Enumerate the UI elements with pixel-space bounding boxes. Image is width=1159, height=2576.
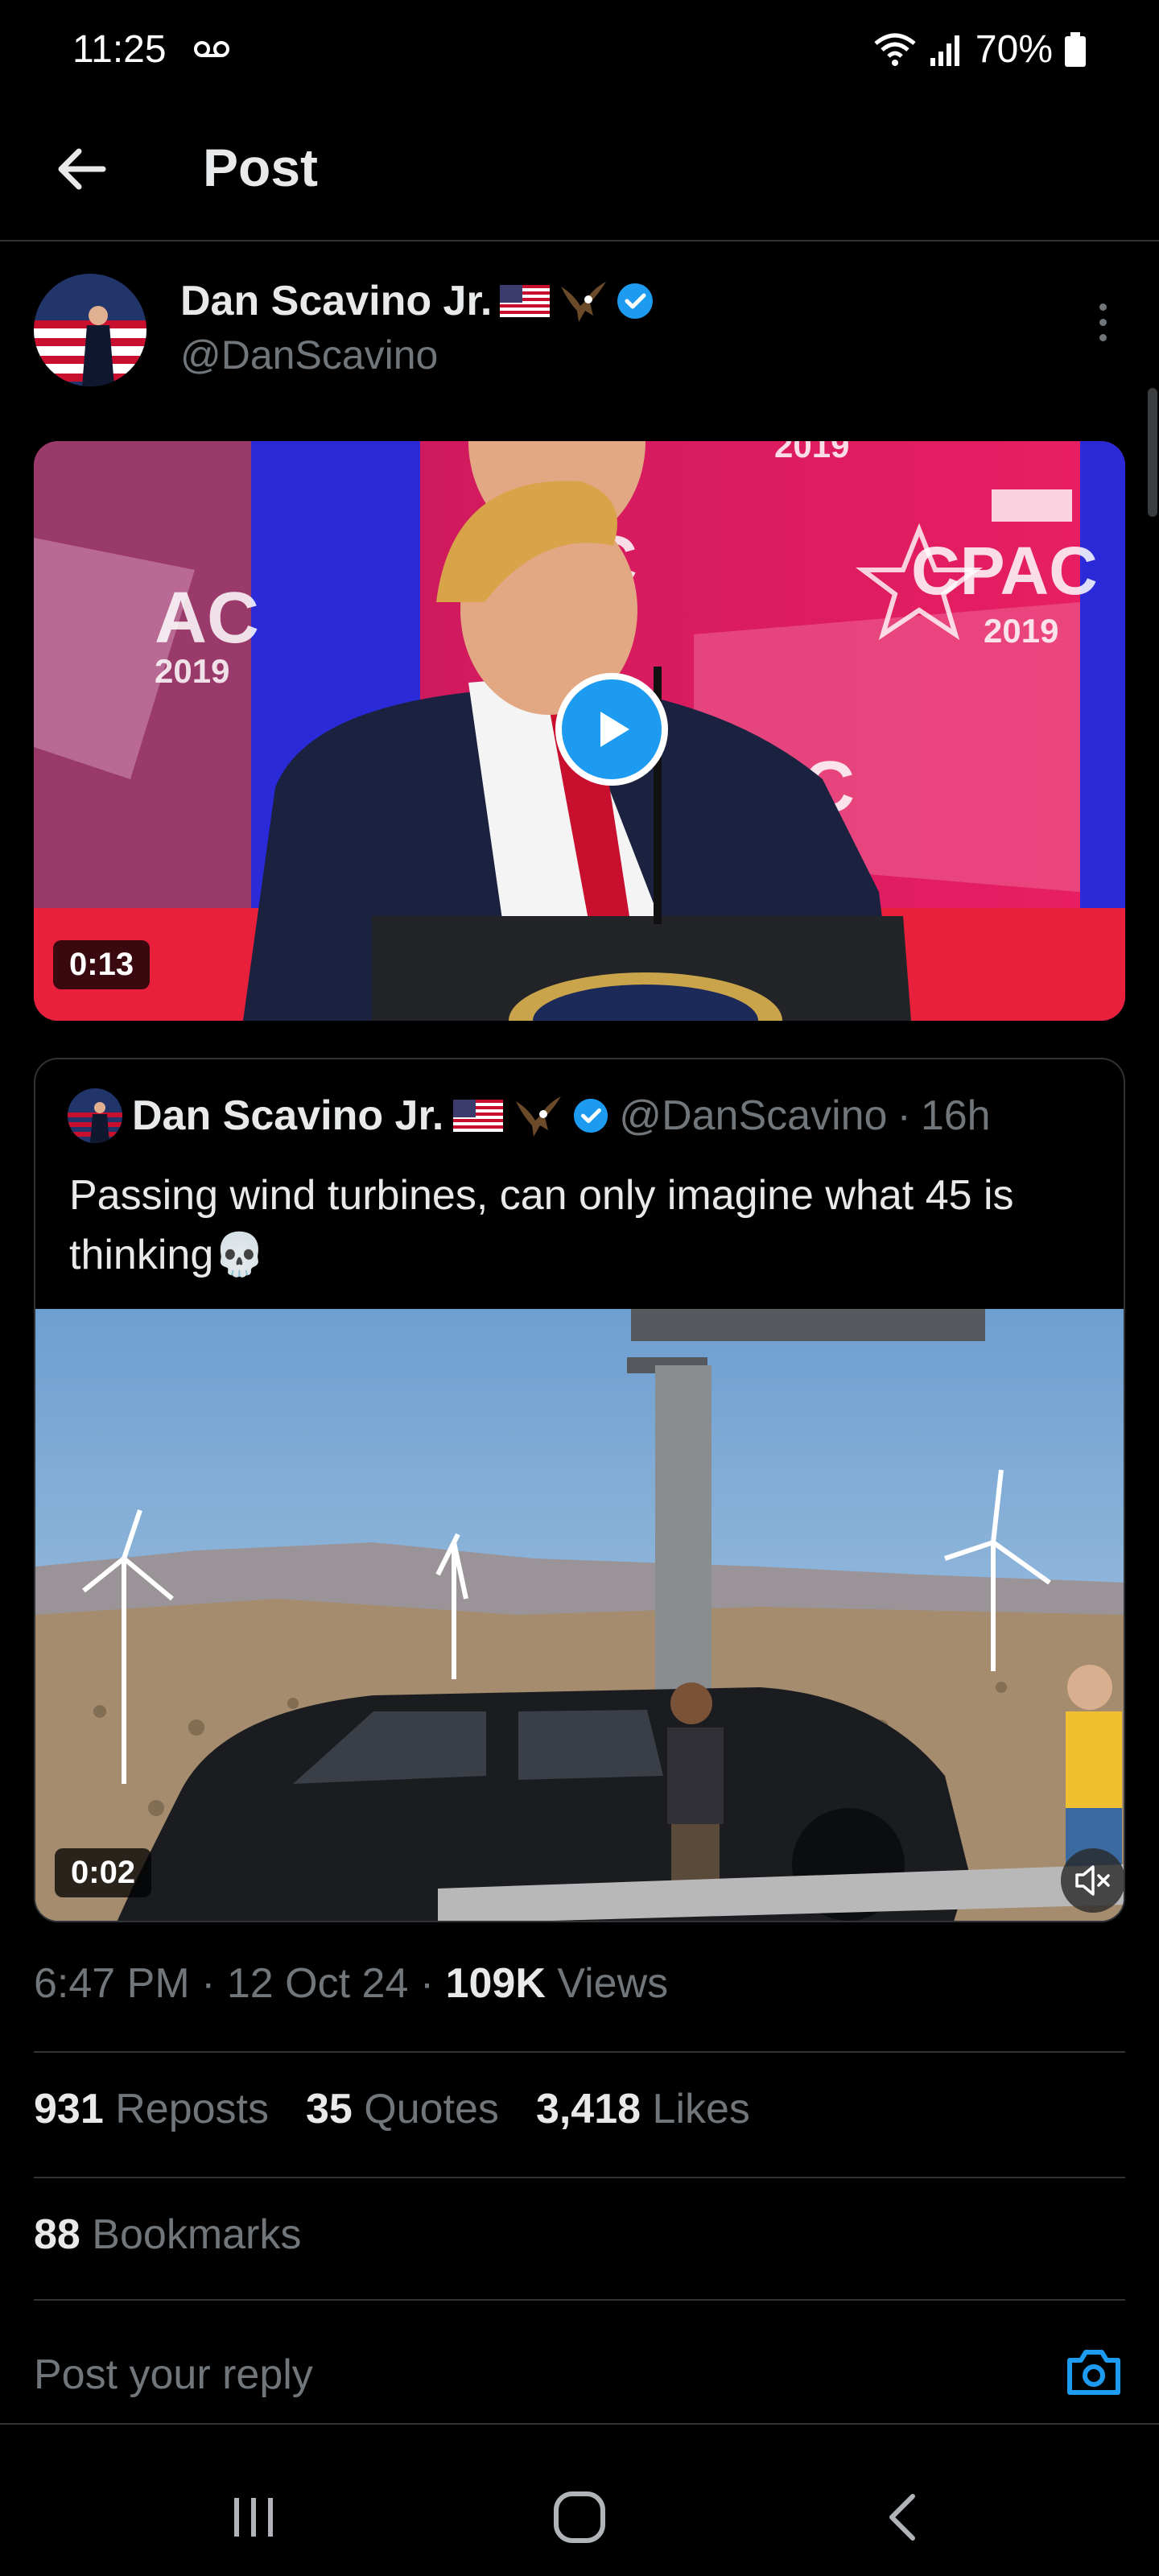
us-flag-icon bbox=[500, 285, 551, 317]
video-thumbnail bbox=[35, 1309, 1124, 1921]
svg-text:2019: 2019 bbox=[155, 652, 229, 690]
more-options-button[interactable] bbox=[1079, 290, 1127, 354]
system-navigation-bar bbox=[0, 2423, 1159, 2576]
post-time: 6:47 PM bbox=[34, 1960, 190, 2007]
divider bbox=[34, 2177, 1125, 2178]
camera-button[interactable] bbox=[1058, 2336, 1130, 2409]
more-dot bbox=[1099, 318, 1107, 326]
more-dot bbox=[1099, 333, 1107, 341]
quotes-label: Quotes bbox=[364, 2086, 499, 2132]
post-meta: 6:47 PM · 12 Oct 24 · 109K Views bbox=[34, 1959, 668, 2008]
reposts-stat[interactable]: 931 Reposts bbox=[34, 2085, 269, 2133]
quoted-post-header: Dan Scavino Jr. @DanScavino · 16h bbox=[68, 1088, 991, 1143]
us-flag-icon bbox=[453, 1100, 504, 1132]
divider bbox=[34, 2051, 1125, 2053]
chevron-left-icon bbox=[889, 2494, 915, 2541]
skull-emoji: 💀 bbox=[213, 1232, 266, 1278]
likes-count: 3,418 bbox=[535, 2086, 641, 2132]
battery-icon bbox=[1065, 31, 1086, 67]
arrow-left-icon bbox=[58, 148, 106, 190]
video-duration-badge: 0:02 bbox=[55, 1848, 152, 1897]
signal-icon bbox=[930, 35, 959, 66]
post-video[interactable]: AC 2019 CPAC 2019 AC AC 2019 0:13 bbox=[34, 441, 1125, 1021]
separator-dot: · bbox=[201, 1960, 216, 2007]
reposts-count: 931 bbox=[34, 2086, 104, 2132]
svg-text:2019: 2019 bbox=[984, 612, 1058, 650]
author-name-row[interactable]: Dan Scavino Jr. bbox=[180, 277, 654, 325]
voicemail-icon bbox=[194, 41, 229, 57]
post-date: 12 Oct 24 bbox=[226, 1960, 409, 2007]
reposts-label: Reposts bbox=[115, 2086, 269, 2132]
mute-button[interactable] bbox=[1061, 1848, 1124, 1913]
scrollbar-thumb[interactable] bbox=[1148, 388, 1157, 517]
separator-dot: · bbox=[419, 1960, 435, 2007]
bookmarks-count: 88 bbox=[34, 2211, 80, 2258]
home-icon bbox=[554, 2491, 605, 2543]
author-handle[interactable]: @DanScavino bbox=[180, 332, 438, 378]
play-icon bbox=[600, 712, 629, 747]
divider bbox=[34, 2299, 1125, 2301]
engagement-stats: 931 Reposts 35 Quotes 3,418 Likes bbox=[34, 2085, 750, 2133]
svg-text:AC: AC bbox=[155, 578, 259, 658]
quoted-author-avatar bbox=[68, 1088, 122, 1143]
recent-apps-icon bbox=[234, 2498, 273, 2537]
views-label: Views bbox=[557, 1960, 669, 2007]
svg-text:2019: 2019 bbox=[774, 441, 849, 464]
likes-label: Likes bbox=[652, 2086, 750, 2132]
video-duration-badge: 0:13 bbox=[53, 940, 151, 989]
eagle-icon bbox=[561, 282, 607, 322]
reply-input[interactable] bbox=[34, 2343, 1016, 2407]
quoted-post-text: Passing wind turbines, can only imagine … bbox=[69, 1166, 1099, 1285]
verified-badge-icon bbox=[617, 283, 654, 319]
back-button[interactable] bbox=[48, 137, 113, 201]
back-nav-button[interactable] bbox=[857, 2473, 946, 2562]
avatar-image bbox=[34, 274, 146, 386]
home-button[interactable] bbox=[535, 2473, 624, 2562]
speaker-muted-icon bbox=[1075, 1865, 1110, 1896]
author-name: Dan Scavino Jr. bbox=[180, 278, 493, 324]
bookmarks-stat[interactable]: 88 Bookmarks bbox=[34, 2211, 301, 2259]
play-button[interactable] bbox=[555, 673, 668, 786]
quoted-post-time: 16h bbox=[920, 1092, 991, 1139]
status-time: 11:25 bbox=[72, 28, 167, 71]
verified-badge-icon bbox=[574, 1098, 608, 1133]
recent-apps-button[interactable] bbox=[209, 2473, 298, 2562]
quoted-author-name: Dan Scavino Jr. bbox=[132, 1092, 444, 1139]
quotes-count: 35 bbox=[305, 2086, 353, 2132]
status-indicators: 70% bbox=[872, 27, 1087, 72]
quotes-stat[interactable]: 35 Quotes bbox=[306, 2085, 499, 2133]
more-dot bbox=[1099, 303, 1107, 311]
page-title: Post bbox=[203, 138, 319, 197]
bookmarks-label: Bookmarks bbox=[92, 2211, 302, 2258]
quoted-post-video[interactable]: 0:02 bbox=[35, 1309, 1124, 1921]
quoted-author-handle: @DanScavino bbox=[619, 1092, 888, 1139]
status-bar: 11:25 70% bbox=[0, 0, 1159, 105]
quoted-post[interactable]: Dan Scavino Jr. @DanScavino · 16h Passin… bbox=[34, 1058, 1125, 1922]
likes-stat[interactable]: 3,418 Likes bbox=[536, 2085, 750, 2133]
author-avatar[interactable] bbox=[34, 274, 146, 386]
eagle-icon bbox=[516, 1096, 562, 1137]
battery-percentage: 70% bbox=[975, 28, 1053, 71]
views-count: 109K bbox=[445, 1960, 546, 2007]
separator-dot: · bbox=[897, 1092, 911, 1139]
wifi-icon bbox=[874, 33, 916, 66]
top-app-bar: Post bbox=[0, 105, 1159, 242]
camera-icon bbox=[1067, 2350, 1120, 2395]
quoted-post-body: Passing wind turbines, can only imagine … bbox=[69, 1172, 1014, 1278]
